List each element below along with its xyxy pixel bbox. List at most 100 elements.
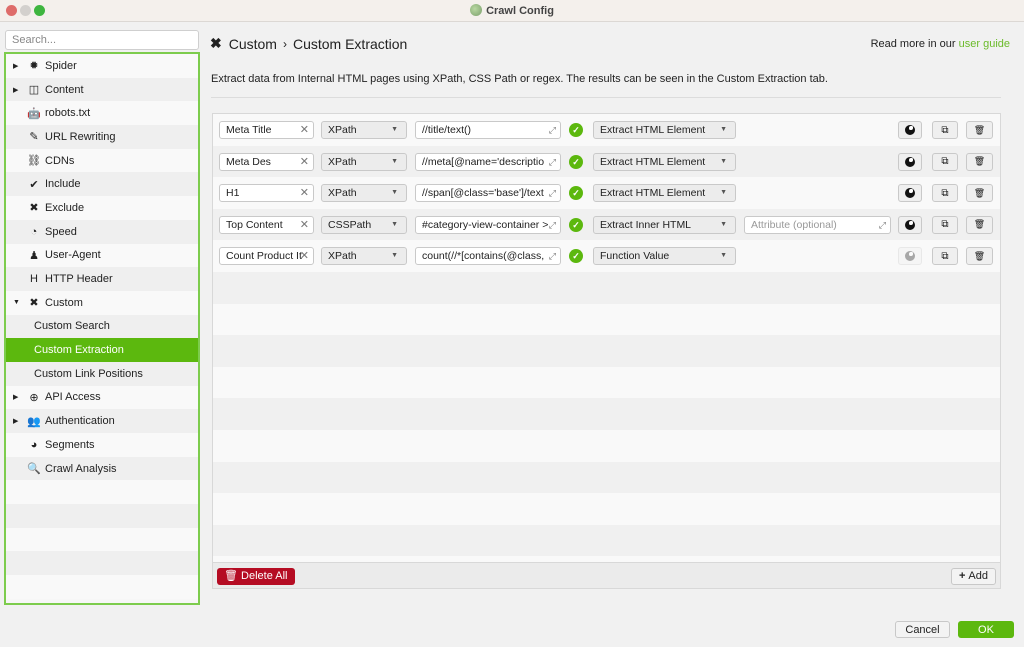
valid-check-icon: ✓: [569, 249, 583, 264]
sidebar-item-cdns[interactable]: ⛓ CDNs: [6, 148, 198, 173]
clear-icon[interactable]: ✕: [300, 217, 309, 233]
extractor-expression-field[interactable]: //meta[@name='descriptio ⤢: [415, 152, 561, 171]
extractor-expression-field[interactable]: count(//*[contains(@class, ⤢: [415, 247, 561, 266]
extractor-expression-field[interactable]: #category-view-container > ⤢: [415, 215, 561, 234]
breadcrumb: ✖ Custom › Custom Extraction: [210, 35, 407, 52]
duplicate-button[interactable]: ⧉: [932, 184, 958, 203]
delete-row-button[interactable]: 🗑: [966, 184, 993, 203]
extract-mode-select[interactable]: Extract HTML Element ▼: [593, 152, 736, 171]
sidebar-item-segments[interactable]: ◕ Segments: [6, 433, 198, 457]
test-globe-button[interactable]: [898, 152, 922, 171]
add-button[interactable]: + Add: [950, 568, 996, 585]
clear-icon[interactable]: ✕: [300, 154, 309, 170]
divider: [211, 97, 1001, 98]
extractor-type-select[interactable]: XPath ▼: [321, 121, 407, 139]
breadcrumb-parent[interactable]: Custom: [229, 36, 277, 52]
delete-row-button[interactable]: 🗑: [966, 152, 993, 171]
sidebar-item-exclude[interactable]: ✖ Exclude: [6, 196, 198, 220]
chevron-down-icon: ▼: [720, 189, 727, 197]
sidebar-item-robots-txt[interactable]: 🤖 robots.txt: [6, 101, 198, 126]
sidebar-item-label: Speed: [45, 225, 77, 238]
trash-icon: 🗑: [973, 219, 986, 230]
sidebar-item-url-rewriting[interactable]: ✎ URL Rewriting: [6, 125, 198, 149]
extractor-type-select[interactable]: XPath ▼: [321, 184, 407, 203]
extractor-type-select[interactable]: CSSPath ▼: [321, 215, 407, 234]
expand-icon[interactable]: ⤢: [549, 248, 556, 264]
attribute-field[interactable]: Attribute (optional) ⤢: [744, 215, 891, 234]
test-globe-button[interactable]: [898, 184, 922, 203]
duplicate-button[interactable]: ⧉: [932, 247, 958, 266]
globe-icon: [905, 125, 915, 135]
clear-icon[interactable]: ✕: [300, 185, 309, 201]
extract-mode-select[interactable]: Extract HTML Element ▼: [593, 121, 736, 139]
duplicate-button[interactable]: ⧉: [932, 215, 958, 234]
user-guide-prefix: Read more in our: [870, 38, 959, 50]
delete-row-button[interactable]: 🗑: [966, 121, 993, 139]
columns-icon: ◫: [28, 84, 40, 97]
search-input[interactable]: [5, 30, 199, 50]
extractor-name-field[interactable]: H1 ✕: [219, 184, 314, 203]
extractor-name-field[interactable]: Count Product It ✕: [219, 247, 314, 266]
gear-icon: ✹: [29, 60, 39, 73]
sidebar-item-user-agent[interactable]: ♟ User-Agent: [6, 243, 198, 268]
clear-icon[interactable]: ✕: [300, 122, 309, 138]
sidebar-item-crawl-analysis[interactable]: 🔍 Crawl Analysis: [6, 456, 198, 481]
test-globe-button[interactable]: [898, 121, 922, 139]
sidebar-item-http-header[interactable]: H HTTP Header: [6, 267, 198, 291]
expand-icon[interactable]: ⤢: [549, 122, 556, 138]
expand-arrow-right-icon[interactable]: ▶: [13, 417, 21, 425]
extractor-name-field[interactable]: Meta Des ✕: [219, 152, 314, 171]
clear-icon[interactable]: ✕: [300, 248, 309, 264]
sidebar-item-custom-extraction[interactable]: Custom Extraction: [6, 338, 198, 362]
extractor-type-value: CSSPath: [328, 218, 372, 231]
expand-icon[interactable]: ⤢: [879, 217, 886, 233]
sidebar-item-content[interactable]: ▶ ◫ Content: [6, 77, 198, 102]
duplicate-button[interactable]: ⧉: [932, 121, 958, 139]
trash-icon: 🗑: [973, 250, 986, 261]
sidebar-item-speed[interactable]: ◔ Speed: [6, 219, 198, 244]
extractor-name-field[interactable]: Top Content ✕: [219, 215, 314, 234]
extract-mode-select[interactable]: Extract HTML Element ▼: [593, 184, 736, 203]
extract-mode-select[interactable]: Extract Inner HTML ▼: [593, 215, 736, 234]
expand-arrow-right-icon[interactable]: ▶: [13, 62, 21, 70]
table-row: Top Content ✕ CSSPath ▼ #category-view-conta…: [213, 208, 1000, 241]
expand-icon[interactable]: ⤢: [549, 154, 556, 170]
extractor-type-select[interactable]: XPath ▼: [321, 247, 407, 266]
sidebar-item-authentication[interactable]: ▶ 👥 Authentication: [6, 409, 198, 433]
user-guide-link[interactable]: user guide: [959, 38, 1010, 50]
table-footer: 🗑 Delete All + Add: [212, 563, 1001, 589]
sidebar-item-spider[interactable]: ▶ ✹ Spider: [6, 54, 198, 78]
test-globe-button[interactable]: [898, 215, 922, 234]
extractor-type-select[interactable]: XPath ▼: [321, 152, 407, 171]
extractor-expression-field[interactable]: //title/text() ⤢: [415, 121, 561, 139]
empty-table-row: [213, 493, 1000, 525]
cancel-button[interactable]: Cancel: [895, 621, 950, 638]
window-title-text: Crawl Config: [486, 5, 554, 17]
expand-icon[interactable]: ⤢: [549, 185, 556, 201]
ok-button[interactable]: OK: [958, 621, 1014, 638]
duplicate-button[interactable]: ⧉: [932, 152, 958, 171]
extract-mode-select[interactable]: Function Value ▼: [593, 247, 736, 266]
test-globe-button[interactable]: [898, 247, 922, 266]
sidebar-item-include[interactable]: ✔ Include: [6, 172, 198, 197]
sidebar-item-custom-link-positions[interactable]: Custom Link Positions: [6, 361, 198, 386]
extractor-expression-field[interactable]: //span[@class='base']/text ⤢: [415, 184, 561, 203]
sidebar-item-api-access[interactable]: ▶ ⊕ API Access: [6, 385, 198, 410]
delete-all-button[interactable]: 🗑 Delete All: [217, 568, 295, 585]
delete-row-button[interactable]: 🗑: [966, 247, 993, 266]
chevron-down-icon: ▼: [720, 157, 727, 165]
expand-arrow-down-icon[interactable]: ▼: [13, 299, 21, 306]
sidebar-item-label: HTTP Header: [45, 273, 113, 286]
pie-chart-icon: ◕: [30, 438, 38, 451]
sidebar-item-custom-search[interactable]: Custom Search: [6, 314, 198, 339]
chevron-down-icon: ▼: [391, 157, 398, 165]
expand-icon[interactable]: ⤢: [549, 217, 556, 233]
extractor-name-field[interactable]: Meta Title ✕: [219, 121, 314, 139]
expand-arrow-right-icon[interactable]: ▶: [13, 393, 21, 401]
expand-arrow-right-icon[interactable]: ▶: [13, 86, 21, 94]
delete-row-button[interactable]: 🗑: [966, 215, 993, 234]
sidebar-item-custom[interactable]: ▼ ✖ Custom: [6, 290, 198, 315]
empty-table-row: [213, 366, 1000, 399]
sidebar-item-label: Include: [45, 178, 81, 191]
sidebar-empty-row: [6, 504, 198, 528]
